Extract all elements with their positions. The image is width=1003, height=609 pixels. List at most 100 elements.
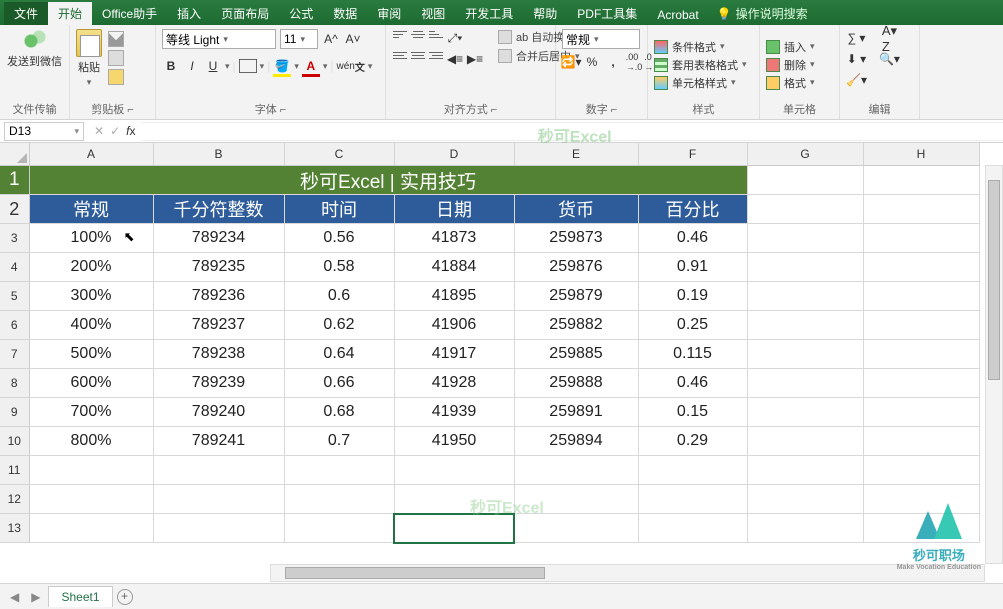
cell[interactable] [284, 485, 394, 514]
tab-insert[interactable]: 插入 [167, 2, 211, 25]
cell[interactable] [863, 427, 979, 456]
align-bottom-button[interactable] [428, 29, 444, 43]
cell[interactable] [863, 514, 979, 543]
row-header[interactable]: 3 [0, 224, 29, 253]
increase-decimal-button[interactable]: .00→.0 [625, 53, 643, 71]
row-header[interactable]: 9 [0, 398, 29, 427]
cell[interactable] [153, 485, 284, 514]
underline-button[interactable]: U [204, 57, 222, 75]
cell[interactable] [153, 456, 284, 485]
cell[interactable]: 800% [29, 427, 153, 456]
row-header[interactable]: 4 [0, 253, 29, 282]
formula-input[interactable]: 秒可Excel [141, 122, 1003, 141]
cell[interactable] [863, 398, 979, 427]
cell[interactable] [394, 456, 514, 485]
cell[interactable] [747, 369, 863, 398]
cell[interactable] [747, 514, 863, 543]
cell[interactable]: 789241 [153, 427, 284, 456]
sheet-tab[interactable]: Sheet1 [48, 586, 112, 607]
cell[interactable] [153, 514, 284, 543]
cell[interactable] [747, 195, 863, 224]
row-header[interactable]: 5 [0, 282, 29, 311]
cell[interactable] [863, 340, 979, 369]
column-header[interactable]: H [863, 143, 979, 166]
cell[interactable]: 41884 [394, 253, 514, 282]
cell[interactable]: 0.19 [638, 282, 747, 311]
align-center-button[interactable] [410, 50, 426, 64]
cell[interactable]: 259894 [514, 427, 638, 456]
cell[interactable] [638, 514, 747, 543]
cell[interactable]: 789237 [153, 311, 284, 340]
column-header[interactable]: G [747, 143, 863, 166]
header-cell[interactable]: 时间 [284, 195, 394, 224]
cell[interactable]: 259873 [514, 224, 638, 253]
name-box[interactable]: D13 ▾ [4, 122, 84, 141]
fx-button[interactable]: fx [126, 124, 135, 138]
cell[interactable] [747, 427, 863, 456]
cell[interactable] [863, 282, 979, 311]
tab-developer[interactable]: 开发工具 [455, 2, 523, 25]
cell[interactable] [514, 514, 638, 543]
cell[interactable] [863, 224, 979, 253]
cell[interactable]: 0.29 [638, 427, 747, 456]
cell[interactable] [863, 166, 979, 195]
cell[interactable] [863, 253, 979, 282]
cell[interactable]: 0.64 [284, 340, 394, 369]
indent-decrease-button[interactable]: ◀≡ [446, 50, 464, 68]
cell[interactable] [394, 485, 514, 514]
cell[interactable]: 200% [29, 253, 153, 282]
cell[interactable]: 789238 [153, 340, 284, 369]
row-header[interactable]: 13 [0, 514, 29, 543]
header-cell[interactable]: 百分比 [638, 195, 747, 224]
tab-home[interactable]: 开始 [48, 2, 92, 25]
cell[interactable]: 300% [29, 282, 153, 311]
font-name-combo[interactable]: 等线 Light▾ [162, 29, 276, 49]
cell[interactable] [514, 456, 638, 485]
title-cell[interactable]: 秒可Excel | 实用技巧 [29, 166, 747, 195]
cell[interactable] [394, 514, 514, 543]
shrink-font-button[interactable]: A˅ [344, 30, 362, 48]
cell[interactable] [747, 485, 863, 514]
cell[interactable] [29, 514, 153, 543]
cell[interactable] [747, 398, 863, 427]
cell[interactable] [747, 166, 863, 195]
cell[interactable]: 400% [29, 311, 153, 340]
sheet-nav-next[interactable]: ▶ [27, 590, 44, 604]
chevron-down-icon[interactable]: ▾ [294, 61, 299, 72]
italic-button[interactable]: I [183, 57, 201, 75]
cell[interactable]: 789239 [153, 369, 284, 398]
cell[interactable]: 41873 [394, 224, 514, 253]
scroll-thumb[interactable] [988, 180, 1000, 380]
sheet-nav-prev[interactable]: ◀ [6, 590, 23, 604]
cell[interactable] [863, 369, 979, 398]
send-wechat-button[interactable]: 发送到微信 [7, 29, 62, 69]
cell[interactable] [863, 195, 979, 224]
add-sheet-button[interactable]: + [117, 589, 133, 605]
row-header[interactable]: 12 [0, 485, 29, 514]
cell[interactable]: 0.56 [284, 224, 394, 253]
header-cell[interactable]: 千分符整数 [153, 195, 284, 224]
cell[interactable] [29, 456, 153, 485]
format-painter-icon[interactable] [108, 69, 124, 85]
header-cell[interactable]: 货币 [514, 195, 638, 224]
column-header[interactable]: E [514, 143, 638, 166]
cell[interactable]: 259888 [514, 369, 638, 398]
cell[interactable] [747, 311, 863, 340]
table-format-button[interactable]: 套用表格格式 ▾ [654, 57, 753, 73]
tab-acrobat[interactable]: Acrobat [647, 5, 708, 25]
tab-review[interactable]: 审阅 [367, 2, 411, 25]
cell[interactable]: 100%⬉ [29, 224, 153, 253]
align-top-button[interactable] [392, 29, 408, 43]
phonetic-button[interactable]: wén文 [337, 57, 365, 75]
cell[interactable]: 259882 [514, 311, 638, 340]
cell[interactable] [284, 456, 394, 485]
tab-help[interactable]: 帮助 [523, 2, 567, 25]
chevron-down-icon[interactable]: ▾ [260, 61, 265, 72]
clear-button[interactable]: 🧹▾ [846, 71, 867, 89]
cell[interactable]: 0.66 [284, 369, 394, 398]
cell[interactable]: 789234 [153, 224, 284, 253]
cell[interactable] [863, 311, 979, 340]
row-header[interactable]: 8 [0, 369, 29, 398]
cell[interactable]: 259879 [514, 282, 638, 311]
row-header[interactable]: 2 [0, 195, 29, 224]
